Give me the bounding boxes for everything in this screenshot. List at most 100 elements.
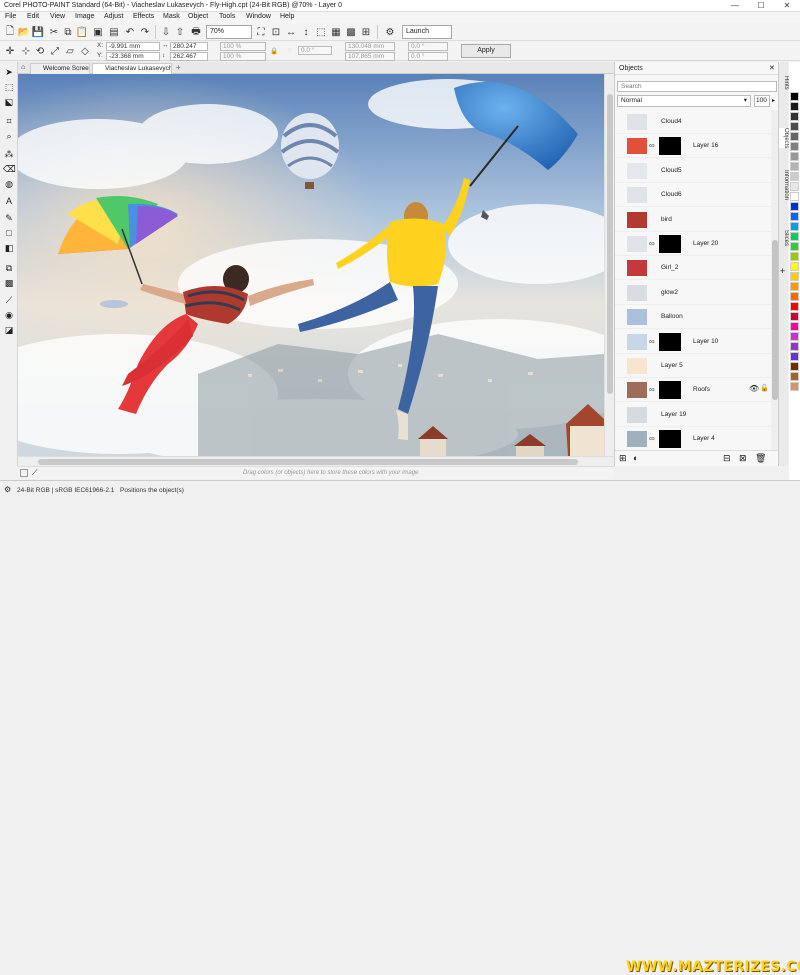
mask-link-icon[interactable]: ∞ [649, 337, 655, 346]
distort-mode-icon[interactable]: ◇ [78, 44, 92, 58]
eraser-tool-icon[interactable]: ⌫ [3, 163, 16, 175]
palette-swatch[interactable] [790, 302, 799, 311]
skew-horizontal-field[interactable]: 0.0 ° [408, 42, 448, 51]
layer-row[interactable]: bird [615, 208, 771, 232]
layer-row[interactable]: Girl_2 [615, 256, 771, 281]
new-tab-plus-icon[interactable]: + [176, 63, 181, 72]
x-position-field[interactable]: -9.991 mm [106, 42, 160, 51]
palette-swatch[interactable] [790, 272, 799, 281]
rectangle-tool-icon[interactable]: □ [3, 227, 15, 239]
mask-link-icon[interactable]: ∞ [649, 141, 655, 150]
width-field[interactable]: 280.247 mm [170, 42, 208, 58]
palette-swatch[interactable] [790, 252, 799, 261]
palette-swatch[interactable] [790, 222, 799, 231]
scale-mode-icon[interactable]: ⤢ [48, 44, 62, 58]
guides-icon[interactable]: ⊞ [359, 25, 373, 39]
copy-icon[interactable]: ⧉ [61, 25, 75, 39]
lock-ratio-icon[interactable]: 🔒 [270, 47, 278, 55]
menu-image[interactable]: Image [75, 13, 94, 20]
layer-mask-thumbnail[interactable] [659, 430, 681, 449]
layer-row[interactable]: Balloon [615, 305, 771, 330]
layer-row[interactable]: ∞ Layer 16 [615, 134, 771, 159]
docker-close-icon[interactable]: ✕ [769, 64, 775, 72]
tab-information[interactable]: Information [779, 170, 789, 200]
opacity-field[interactable]: 100 [754, 95, 770, 107]
canvas-vertical-scrollbar[interactable] [604, 74, 614, 456]
transparency-tool-icon[interactable]: ▩ [3, 277, 15, 289]
layer-row[interactable]: ∞ Layer 20 [615, 232, 771, 256]
menu-adjust[interactable]: Adjust [104, 13, 123, 20]
zoom-tool-icon[interactable]: ⌕ [3, 130, 15, 142]
transform-mode-icon[interactable]: ⊹ [19, 44, 33, 58]
palette-swatch[interactable] [790, 382, 799, 391]
pick-tool-icon[interactable]: ➤ [3, 66, 15, 78]
text-tool-icon[interactable]: A [3, 195, 15, 207]
menu-tools[interactable]: Tools [219, 13, 235, 20]
apply-button[interactable]: Apply [461, 44, 511, 58]
tab-objects[interactable]: Objects [779, 128, 789, 149]
mask-link-icon[interactable]: ∞ [649, 239, 655, 248]
palette-swatch[interactable] [790, 322, 799, 331]
print-icon[interactable]: 🖶 [189, 25, 203, 39]
palette-swatch[interactable] [790, 232, 799, 241]
palette-swatch[interactable] [790, 112, 799, 121]
paint-tool-icon[interactable]: ✎ [3, 212, 15, 224]
layer-row[interactable]: ∞ Layer 10 [615, 330, 771, 354]
mask-link-icon[interactable]: ∞ [649, 434, 655, 443]
menu-mask[interactable]: Mask [163, 13, 180, 20]
options-gear-icon[interactable]: ⚙ [383, 25, 397, 39]
height-field[interactable]: 262.467 mm [170, 52, 208, 68]
red-eye-tool-icon[interactable]: ◍ [3, 178, 15, 190]
layer-mask-thumbnail[interactable] [659, 137, 681, 156]
tab-hints[interactable]: Hints [779, 76, 789, 90]
skew-mode-icon[interactable]: ▱ [63, 44, 77, 58]
move-crosshair-icon[interactable]: ✛ [3, 44, 17, 58]
redo-icon[interactable]: ↷ [138, 25, 152, 39]
rotate-mode-icon[interactable]: ⟲ [33, 44, 47, 58]
rectangle-mask-icon[interactable]: ⬚ [3, 81, 15, 93]
palette-swatch[interactable] [790, 312, 799, 321]
menu-help[interactable]: Help [280, 13, 294, 20]
settings-gear-icon[interactable]: ⚙ [4, 485, 11, 494]
full-screen-icon[interactable]: ⬚ [314, 25, 328, 39]
fill-tool-icon[interactable]: ◉ [3, 309, 15, 321]
layer-row[interactable]: Cloud6 [615, 183, 771, 208]
open-folder-icon[interactable]: 📂 [17, 25, 31, 39]
palette-swatch[interactable] [790, 332, 799, 341]
undo-icon[interactable]: ↶ [123, 25, 137, 39]
zoom-width-icon[interactable]: ↔ [284, 25, 298, 39]
layer-row[interactable]: glow2 [615, 281, 771, 305]
paste-new-icon[interactable]: ▤ [107, 25, 121, 39]
combine-icon[interactable]: ⊠ [739, 453, 747, 464]
objects-search-input[interactable]: Search [617, 81, 777, 92]
palette-swatch[interactable] [790, 162, 799, 171]
palette-swatch[interactable] [790, 352, 799, 361]
lock-icon[interactable]: 🔓 [760, 384, 769, 392]
layer-mask-thumbnail[interactable] [659, 235, 681, 253]
palette-swatch[interactable] [790, 202, 799, 211]
palette-swatch[interactable] [790, 152, 799, 161]
zoom-level-combo[interactable]: 70% [206, 25, 252, 39]
grid-icon[interactable]: ▩ [344, 25, 358, 39]
eyedropper-tool-icon[interactable]: ⁂ [3, 148, 15, 160]
crop-tool-icon[interactable]: ⌗ [3, 115, 15, 127]
layer-mask-thumbnail[interactable] [659, 332, 681, 351]
maximize-button[interactable]: ☐ [748, 0, 774, 12]
color-swatch-icon[interactable]: ◪ [3, 324, 15, 336]
export-icon[interactable]: ⇧ [173, 25, 187, 39]
palette-swatch[interactable] [790, 262, 799, 271]
mask-link-icon[interactable]: ∞ [649, 385, 655, 394]
cut-icon[interactable]: ✂ [47, 25, 61, 39]
add-tab-plus-icon[interactable]: + [780, 266, 785, 276]
palette-swatch[interactable] [790, 372, 799, 381]
palette-swatch[interactable] [790, 292, 799, 301]
skew-vertical-field[interactable]: 0.0 ° [408, 52, 448, 61]
tab-welcome-screen[interactable]: Welcome Screen [30, 63, 90, 74]
visibility-eye-icon[interactable]: 👁 [749, 384, 759, 393]
menu-object[interactable]: Object [188, 13, 208, 20]
zoom-height-icon[interactable]: ↕ [299, 25, 313, 39]
rotation-field[interactable]: 0.0 ° [298, 46, 332, 55]
canvas-horizontal-scrollbar[interactable] [18, 456, 614, 466]
zoom-100-icon[interactable]: ⊡ [269, 25, 283, 39]
new-lens-icon[interactable]: ◐ [633, 453, 638, 463]
